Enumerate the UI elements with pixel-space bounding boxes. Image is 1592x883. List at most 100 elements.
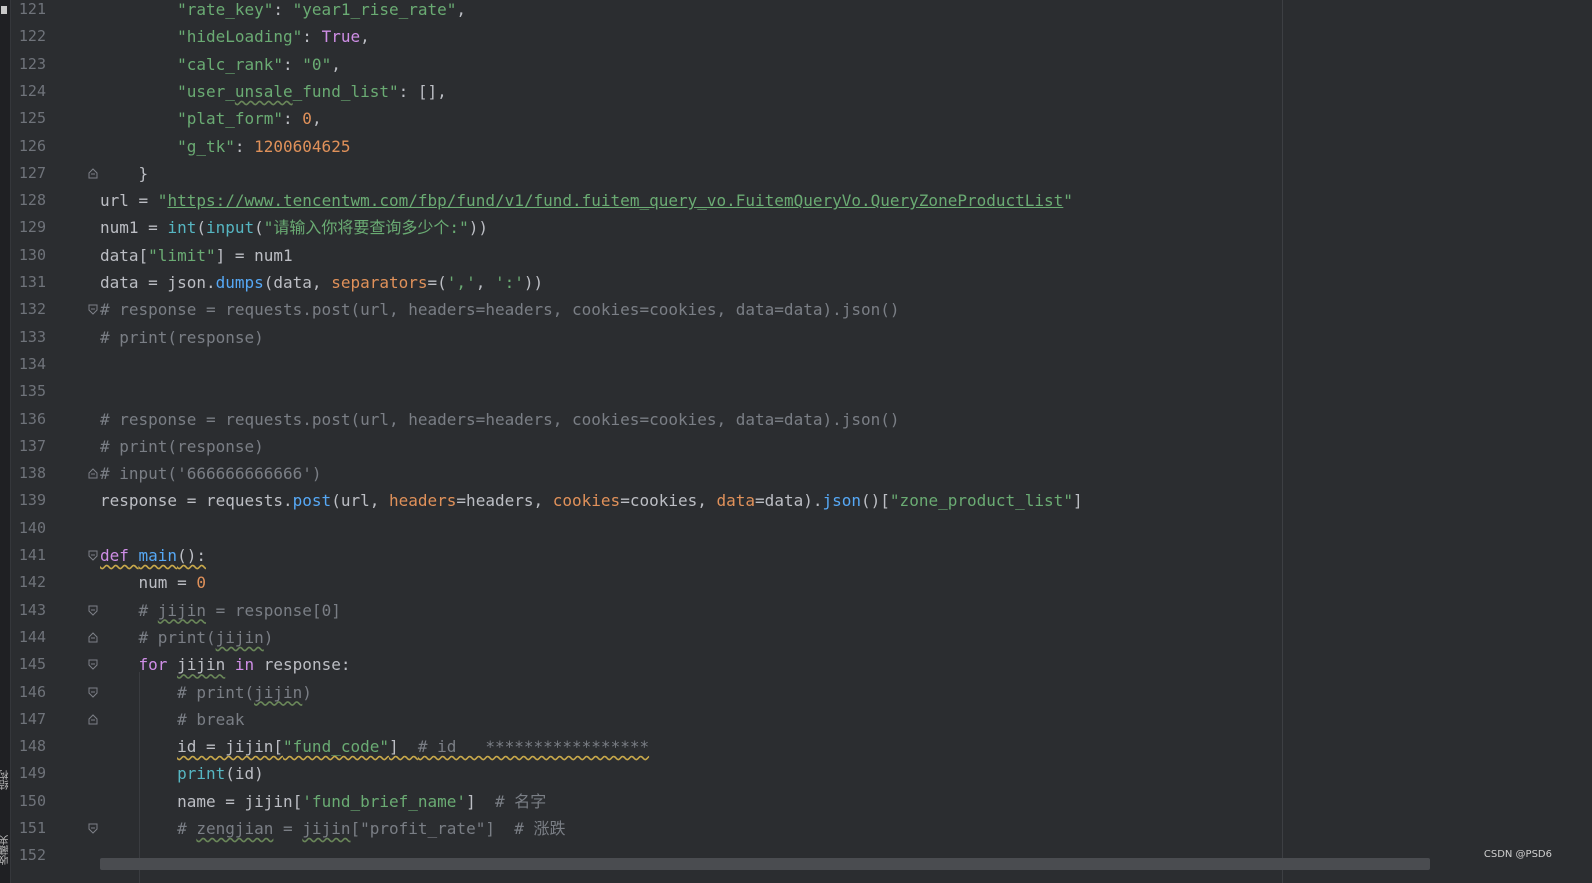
code-text[interactable]: url = "https://www.tencentwm.com/fbp/fun… [100, 187, 1073, 214]
line-number[interactable]: 145 [10, 651, 46, 678]
code-text[interactable]: "plat_form": 0, [100, 105, 322, 132]
code-line[interactable]: 150 name = jijin['fund_brief_name'] # 名字 [10, 788, 1580, 815]
code-text[interactable]: # response = requests.post(url, headers=… [100, 406, 900, 433]
line-number[interactable]: 139 [10, 487, 46, 514]
line-number[interactable]: 126 [10, 133, 46, 160]
code-text[interactable]: num = 0 [100, 569, 206, 596]
fold-start-icon[interactable] [88, 687, 98, 698]
fold-start-icon[interactable] [88, 605, 98, 616]
code-line[interactable]: 126 "g_tk": 1200604625 [10, 133, 1580, 160]
line-number[interactable]: 152 [10, 842, 46, 869]
code-text[interactable]: response = requests.post(url, headers=he… [100, 487, 1083, 514]
line-number[interactable]: 147 [10, 706, 46, 733]
code-line[interactable]: 127 } [10, 160, 1580, 187]
code-line[interactable]: 149 print(id) [10, 760, 1580, 787]
line-number[interactable]: 148 [10, 733, 46, 760]
line-number[interactable]: 149 [10, 760, 46, 787]
code-line[interactable]: 137 # print(response) [10, 433, 1580, 460]
code-line[interactable]: 134 [10, 351, 1580, 378]
line-number[interactable]: 137 [10, 433, 46, 460]
code-text[interactable]: # print(jijin) [100, 679, 312, 706]
code-line[interactable]: 142 num = 0 [10, 569, 1580, 596]
line-number[interactable]: 146 [10, 679, 46, 706]
line-number[interactable]: 129 [10, 214, 46, 241]
code-text[interactable]: data["limit"] = num1 [100, 242, 293, 269]
line-number[interactable]: 128 [10, 187, 46, 214]
fold-end-icon[interactable] [88, 632, 98, 643]
code-text[interactable]: # response = requests.post(url, headers=… [100, 296, 900, 323]
fold-start-icon[interactable] [88, 659, 98, 670]
line-number[interactable]: 140 [10, 515, 46, 542]
fold-start-icon[interactable] [88, 550, 98, 561]
code-text[interactable]: "rate_key": "year1_rise_rate", [100, 0, 466, 23]
code-line[interactable]: 121 "rate_key": "year1_rise_rate", [10, 0, 1580, 23]
code-line[interactable]: 123 "calc_rank": "0", [10, 51, 1580, 78]
tool-window-marker[interactable] [1, 6, 7, 14]
code-text[interactable]: id = jijin["fund_code"] # id ***********… [100, 733, 649, 760]
code-text[interactable]: } [100, 160, 149, 187]
code-text[interactable]: "user_unsale_fund_list": [], [100, 78, 447, 105]
line-number[interactable]: 121 [10, 0, 46, 23]
code-text[interactable]: # print(jijin) [100, 624, 274, 651]
line-number[interactable]: 133 [10, 324, 46, 351]
code-text[interactable]: data = json.dumps(data, separators=(',',… [100, 269, 543, 296]
code-text[interactable]: # break [100, 706, 244, 733]
line-number[interactable]: 141 [10, 542, 46, 569]
code-line[interactable]: 124 "user_unsale_fund_list": [], [10, 78, 1580, 105]
line-number[interactable]: 144 [10, 624, 46, 651]
horizontal-scrollbar[interactable] [100, 858, 1430, 870]
code-text[interactable]: for jijin in response: [100, 651, 351, 678]
code-line[interactable]: 141 def main(): [10, 542, 1580, 569]
line-number[interactable]: 123 [10, 51, 46, 78]
code-text[interactable]: # print(response) [100, 433, 264, 460]
line-number[interactable]: 143 [10, 597, 46, 624]
code-line[interactable]: 133 # print(response) [10, 324, 1580, 351]
line-number[interactable]: 151 [10, 815, 46, 842]
fold-start-icon[interactable] [88, 304, 98, 316]
code-text[interactable]: "calc_rank": "0", [100, 51, 341, 78]
code-line[interactable]: 132 # response = requests.post(url, heade… [10, 296, 1580, 323]
line-number[interactable]: 122 [10, 23, 46, 50]
code-text[interactable]: # print(response) [100, 324, 264, 351]
line-number[interactable]: 136 [10, 406, 46, 433]
code-line[interactable]: 146 # print(jijin) [10, 679, 1580, 706]
code-line[interactable]: 138 # input('666666666666') [10, 460, 1580, 487]
line-number[interactable]: 150 [10, 788, 46, 815]
fold-end-icon[interactable] [88, 468, 98, 479]
fold-start-icon[interactable] [88, 823, 98, 834]
code-text[interactable]: "hideLoading": True, [100, 23, 370, 50]
code-text[interactable]: name = jijin['fund_brief_name'] # 名字 [100, 788, 546, 815]
code-text[interactable]: num1 = int(input("请输入你将要查询多少个:")) [100, 214, 488, 241]
line-number[interactable]: 132 [10, 296, 46, 323]
code-line[interactable]: 129 num1 = int(input("请输入你将要查询多少个:")) [10, 214, 1580, 241]
line-number[interactable]: 127 [10, 160, 46, 187]
code-text[interactable]: def main(): [100, 542, 206, 569]
code-editor[interactable]: 121 "rate_key": "year1_rise_rate", 122 "h… [10, 0, 1592, 883]
code-line[interactable]: 140 [10, 515, 1580, 542]
code-line[interactable]: 135 [10, 378, 1580, 405]
fold-end-icon[interactable] [88, 168, 98, 179]
code-text[interactable]: print(id) [100, 760, 264, 787]
line-number[interactable]: 131 [10, 269, 46, 296]
line-number[interactable]: 142 [10, 569, 46, 596]
line-number[interactable]: 138 [10, 460, 46, 487]
code-line[interactable]: 148 id = jijin["fund_code"] # id *******… [10, 733, 1580, 760]
line-number[interactable]: 135 [10, 378, 46, 405]
line-number[interactable]: 134 [10, 351, 46, 378]
code-line[interactable]: 145 for jijin in response: [10, 651, 1580, 678]
code-line[interactable]: 128 url = "https://www.tencentwm.com/fbp/… [10, 187, 1580, 214]
line-number[interactable]: 125 [10, 105, 46, 132]
code-line[interactable]: 144 # print(jijin) [10, 624, 1580, 651]
code-line[interactable]: 130 data["limit"] = num1 [10, 242, 1580, 269]
line-number[interactable]: 124 [10, 78, 46, 105]
code-line[interactable]: 139 response = requests.post(url, headers… [10, 487, 1580, 514]
code-line[interactable]: 143 # jijin = response[0] [10, 597, 1580, 624]
code-text[interactable]: # zengjian = jijin["profit_rate"] # 涨跌 [100, 815, 565, 842]
code-line[interactable]: 131 data = json.dumps(data, separators=('… [10, 269, 1580, 296]
code-line[interactable]: 125 "plat_form": 0, [10, 105, 1580, 132]
fold-end-icon[interactable] [88, 714, 98, 725]
code-line[interactable]: 151 # zengjian = jijin["profit_rate"] # … [10, 815, 1580, 842]
line-number[interactable]: 130 [10, 242, 46, 269]
code-line[interactable]: 136 # response = requests.post(url, heade… [10, 406, 1580, 433]
code-text[interactable]: "g_tk": 1200604625 [100, 133, 350, 160]
